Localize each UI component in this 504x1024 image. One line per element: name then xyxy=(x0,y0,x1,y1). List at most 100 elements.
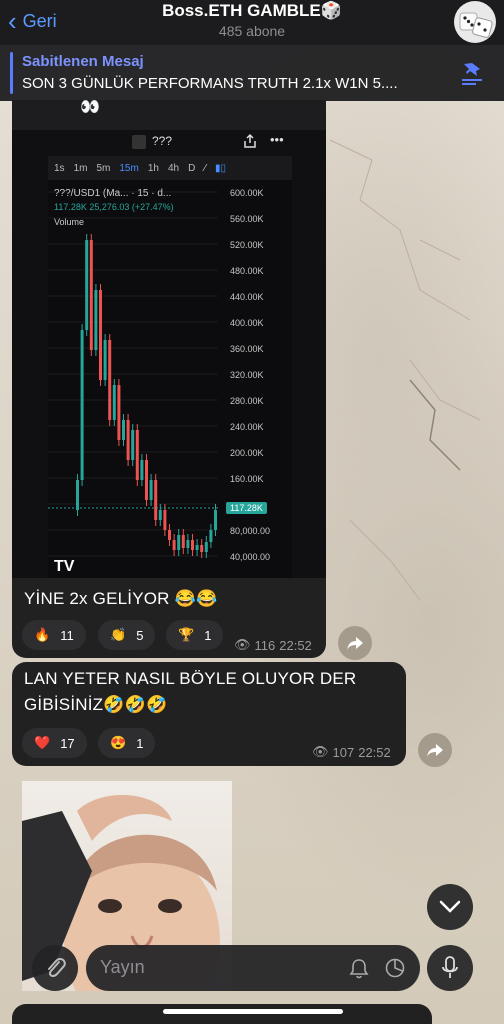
candle xyxy=(177,535,181,550)
channel-subscribers: 485 abone xyxy=(218,23,286,39)
y-tick-label: 440.00K xyxy=(230,292,264,302)
scroll-to-bottom-button[interactable] xyxy=(427,884,473,930)
reaction-count: 1 xyxy=(204,627,212,643)
candle xyxy=(140,460,144,480)
forward-button[interactable] xyxy=(418,733,452,767)
eye-icon: 👁 xyxy=(312,744,329,759)
voice-record-button[interactable] xyxy=(427,945,473,991)
paperclip-icon xyxy=(48,957,66,978)
candle xyxy=(80,330,84,480)
candle xyxy=(108,340,112,420)
drawing-icon: ⁄ xyxy=(204,162,206,174)
view-count: 116 xyxy=(254,637,276,653)
message-input[interactable]: Yayın xyxy=(86,945,420,991)
reaction-chip[interactable]: 🔥 11 xyxy=(22,620,86,650)
forward-icon xyxy=(427,744,443,757)
candle xyxy=(154,480,158,520)
y-tick-label: 40,000.00 xyxy=(230,552,271,562)
reaction-count: 11 xyxy=(60,627,74,643)
candle xyxy=(195,545,199,550)
y-tick-label: 320.00K xyxy=(230,370,264,380)
chart-symbol-line: ???/USD1 (Ma... · 15 · d... xyxy=(54,188,172,199)
timeframe-item-active: 15m xyxy=(119,162,139,174)
reaction-count: 17 xyxy=(60,735,75,751)
candle xyxy=(122,420,125,440)
candle xyxy=(103,340,107,380)
pinned-indicator xyxy=(10,52,13,94)
forward-button[interactable] xyxy=(338,626,372,660)
candle xyxy=(172,540,176,550)
heart-eyes-icon: 😍 xyxy=(110,735,127,750)
candle xyxy=(158,510,162,520)
share-icon xyxy=(244,133,256,148)
candle xyxy=(131,430,135,460)
channel-avatar[interactable] xyxy=(454,1,496,43)
channel-title[interactable]: Boss.ETH GAMBLE🎲 xyxy=(0,1,504,21)
timeframe-item: 5m xyxy=(96,162,111,174)
y-tick-label: 520.00K xyxy=(230,240,264,250)
candle xyxy=(99,290,102,380)
candle xyxy=(76,480,79,510)
chart-price-line: 117.28K 25,276.03 (+27.47%) xyxy=(54,202,174,212)
chat-header: ‹ Geri Boss.ETH GAMBLE🎲 485 abone xyxy=(0,0,504,45)
reaction-chip[interactable]: 😍 1 xyxy=(98,728,156,758)
timeframe-item: 1h xyxy=(147,162,159,174)
y-tick-label: 600.00K xyxy=(230,188,264,198)
y-tick-label: 400.00K xyxy=(230,318,264,328)
previous-message-tail xyxy=(12,100,326,130)
heart-icon: ❤️ xyxy=(34,735,51,750)
attach-button[interactable] xyxy=(32,945,78,991)
candle xyxy=(204,542,208,552)
dice-icon xyxy=(459,12,493,38)
pinned-message-bar[interactable]: Sabitlenen Mesaj SON 3 GÜNLÜK PERFORMANS… xyxy=(0,45,504,101)
candle xyxy=(163,510,167,530)
message-meta: 👁 107 22:52 xyxy=(312,744,391,760)
pinned-text: SON 3 GÜNLÜK PERFORMANS TRUTH 2.1x W1N 5… xyxy=(22,75,398,92)
current-price-tag: 117.28K xyxy=(226,502,267,514)
forward-icon xyxy=(347,637,363,650)
y-tick-label: 480.00K xyxy=(230,266,264,276)
candle-type-icon: ▮▯ xyxy=(214,162,226,174)
timeframe-item: 1m xyxy=(73,162,88,174)
chart-pair-header: ??? xyxy=(152,134,173,148)
y-tick-label: 160.00K xyxy=(230,474,264,484)
chevron-down-icon xyxy=(439,900,461,913)
y-tick-label: 360.00K xyxy=(230,344,264,354)
trophy-icon: 🏆 xyxy=(178,627,195,642)
reaction-count: 5 xyxy=(136,627,144,643)
reaction-chip[interactable]: 🏆 1 xyxy=(166,620,224,650)
message-time: 22:52 xyxy=(279,637,312,653)
candle xyxy=(85,240,89,330)
pinned-label: Sabitlenen Mesaj xyxy=(22,53,144,70)
timeframe-item: 1s xyxy=(54,162,65,174)
y-tick-label: 80,000.00 xyxy=(230,526,271,536)
message-time: 22:52 xyxy=(358,744,391,760)
candle xyxy=(181,535,185,548)
bell-icon[interactable] xyxy=(348,957,370,979)
candle xyxy=(149,480,153,500)
message-meta: 👁 116 22:52 xyxy=(234,637,312,653)
chart-top-bar: ??? ••• xyxy=(12,130,326,154)
candle xyxy=(94,290,98,350)
sticker-icon[interactable] xyxy=(384,957,406,979)
candle xyxy=(89,240,93,350)
microphone-icon xyxy=(442,956,458,978)
pin-list-icon[interactable] xyxy=(458,59,486,87)
message-text-line: LAN YETER NASIL BÖYLE OLUYOR DER xyxy=(24,669,357,688)
reaction-chip[interactable]: 👏 5 xyxy=(98,620,156,650)
view-count: 107 xyxy=(332,744,355,760)
input-placeholder: Yayın xyxy=(100,957,145,977)
candle xyxy=(214,510,217,530)
home-indicator xyxy=(163,1009,343,1014)
candle xyxy=(145,460,148,500)
chart-screenshot[interactable]: ??? ••• 1s 1m 5m 15m 1h 4h D ⁄ ▮▯ ???/US… xyxy=(12,130,326,578)
reaction-chip[interactable]: ❤️ 17 xyxy=(22,728,87,758)
candle xyxy=(186,540,190,548)
candle xyxy=(191,540,194,550)
message-text: YİNE 2x GELİYOR 😂😂 xyxy=(24,589,218,608)
previous-message-emoji: 👀 xyxy=(80,99,100,116)
y-tick-label: 560.00K xyxy=(230,214,264,224)
candle xyxy=(209,530,213,542)
candle xyxy=(200,545,204,552)
more-icon: ••• xyxy=(270,132,284,147)
